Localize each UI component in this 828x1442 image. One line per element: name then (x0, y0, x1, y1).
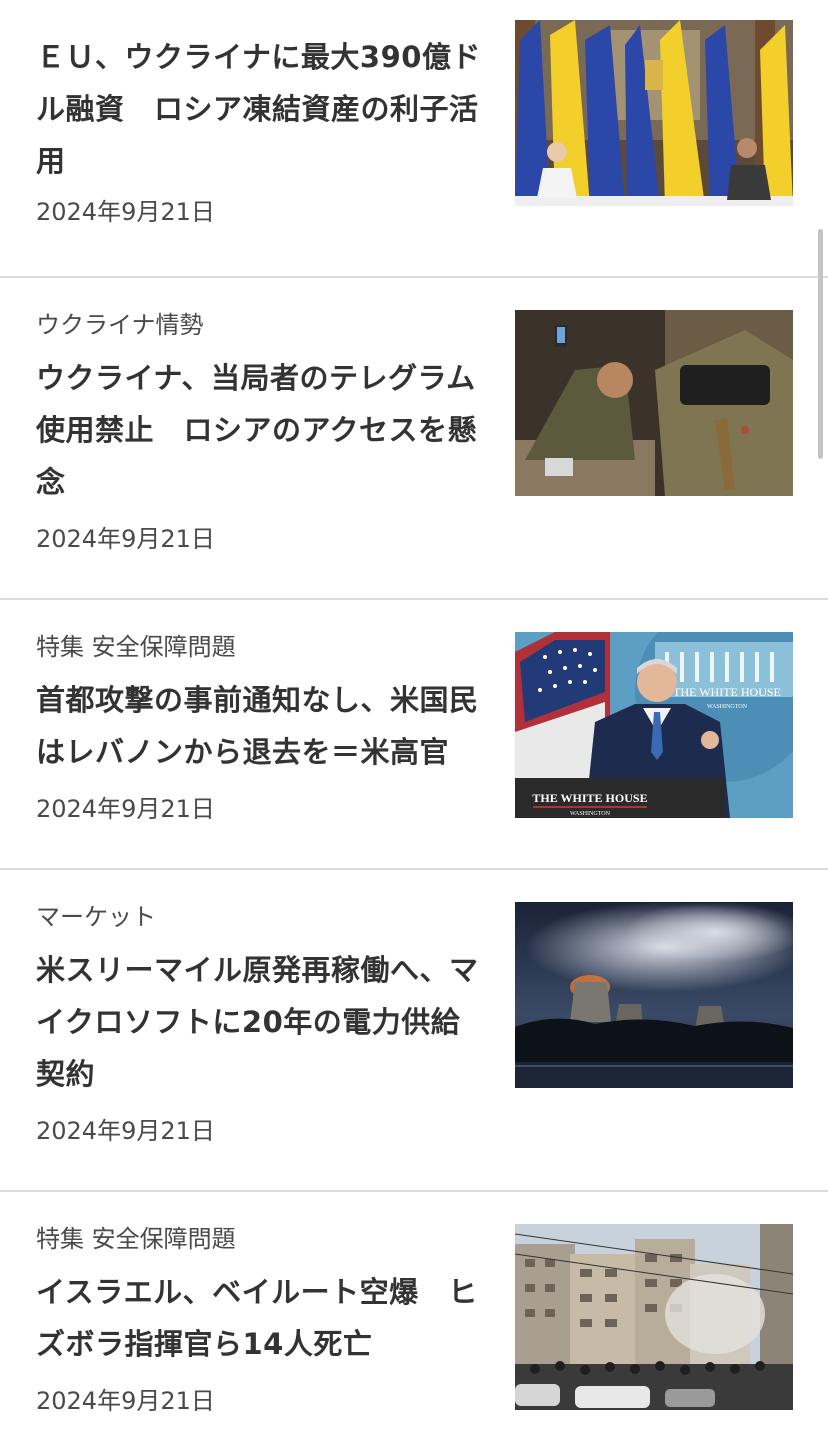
nuclear-plant-cooling-towers-photo (515, 902, 793, 1088)
podium-sublabel: WASHINGTON (570, 811, 611, 817)
article-text: ＥＵ、ウクライナに最大390億ドル融資 ロシア凍結資産の利子活用 2024年9月… (36, 31, 482, 229)
article-headline[interactable]: 首都攻撃の事前通知なし、米国民はレバノンから退去を＝米高官 (36, 674, 482, 778)
divider (0, 1190, 828, 1192)
divider (0, 276, 828, 278)
article-date: 2024年9月21日 (36, 198, 215, 226)
article-thumbnail[interactable] (515, 20, 793, 206)
article-category: 特集 安全保障問題 (36, 633, 236, 661)
article-category: マーケット (36, 903, 156, 931)
article-thumbnail[interactable]: THE WHITE HOUSE WASHINGTON THE WHITE HOU… (515, 632, 793, 818)
article-headline[interactable]: イスラエル、ベイルート空爆 ヒズボラ指揮官ら14人死亡 (36, 1266, 482, 1370)
article-date: 2024年9月21日 (36, 1387, 215, 1415)
article-category: 特集 安全保障問題 (36, 1225, 236, 1253)
article-headline[interactable]: ＥＵ、ウクライナに最大390億ドル融資 ロシア凍結資産の利子活用 (36, 31, 482, 187)
article-date: 2024年9月21日 (36, 795, 215, 823)
article-text: 特集 安全保障問題 イスラエル、ベイルート空爆 ヒズボラ指揮官ら14人死亡 20… (36, 1222, 482, 1418)
article-text: 特集 安全保障問題 首都攻撃の事前通知なし、米国民はレバノンから退去を＝米高官 … (36, 630, 482, 826)
article-category: ウクライナ情勢 (36, 311, 204, 339)
soldier-with-smartphone-photo (515, 310, 793, 496)
article-date: 2024年9月21日 (36, 1117, 215, 1145)
divider (0, 868, 828, 870)
article-text: ウクライナ情勢 ウクライナ、当局者のテレグラム使用禁止 ロシアのアクセスを懸念 … (36, 308, 482, 556)
article-headline[interactable]: 米スリーマイル原発再稼働へ、マイクロソフトに20年の電力供給契約 (36, 944, 482, 1100)
article-text: マーケット 米スリーマイル原発再稼働へ、マイクロソフトに20年の電力供給契約 2… (36, 900, 482, 1148)
backdrop-label: THE WHITE HOUSE (673, 685, 781, 699)
article-date: 2024年9月21日 (36, 525, 215, 553)
eu-ukraine-press-conference-photo (515, 20, 793, 206)
white-house-briefing-photo: THE WHITE HOUSE WASHINGTON THE WHITE HOU… (515, 632, 793, 818)
scrollbar[interactable] (818, 229, 823, 459)
article-thumbnail[interactable] (515, 310, 793, 496)
article-headline[interactable]: ウクライナ、当局者のテレグラム使用禁止 ロシアのアクセスを懸念 (36, 352, 482, 508)
podium-label: THE WHITE HOUSE (532, 791, 647, 805)
divider (0, 598, 828, 600)
article-thumbnail[interactable] (515, 1224, 793, 1410)
backdrop-sublabel: WASHINGTON (707, 704, 748, 710)
beirut-strike-aftermath-photo (515, 1224, 793, 1410)
article-thumbnail[interactable] (515, 902, 793, 1088)
